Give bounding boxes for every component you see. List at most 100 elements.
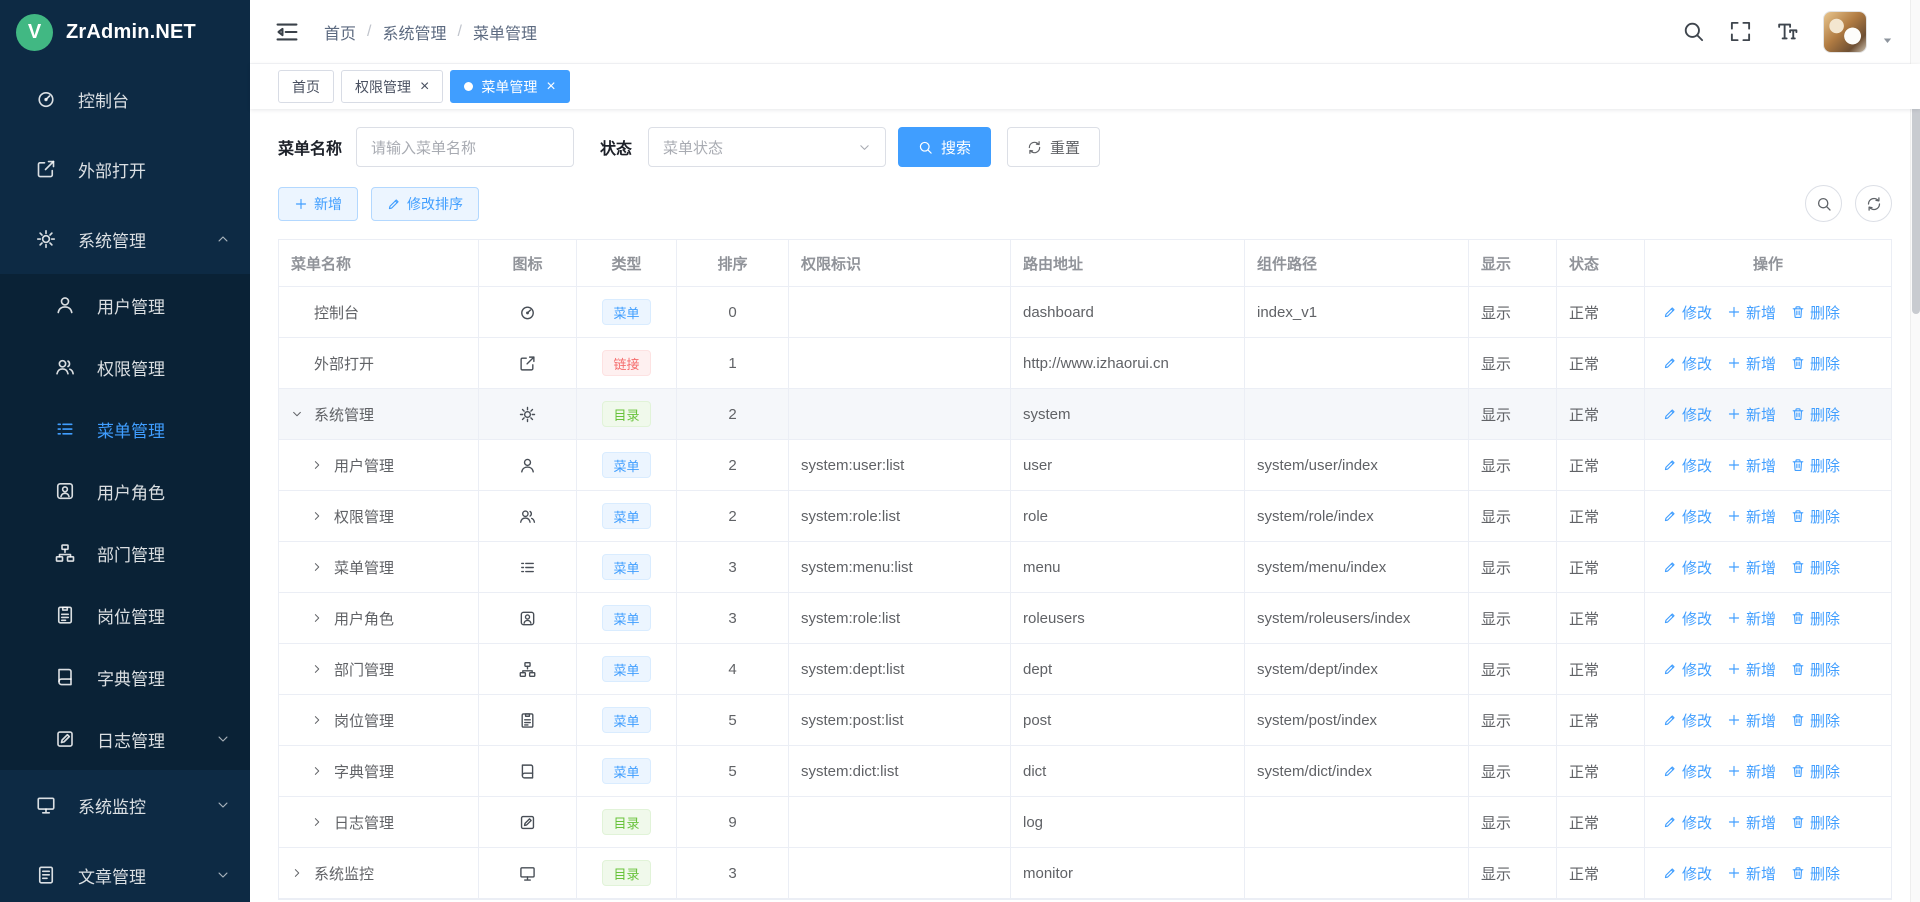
edit-link[interactable]: 修改: [1663, 557, 1712, 578]
add-link[interactable]: 新增: [1727, 863, 1776, 884]
breadcrumb-item[interactable]: 菜单管理: [473, 20, 537, 44]
toggle-search-button[interactable]: [1805, 185, 1842, 222]
sidebar-item-system[interactable]: 系统管理: [0, 204, 250, 274]
edit-link[interactable]: 修改: [1663, 302, 1712, 323]
app-title: ZrAdmin.NET: [66, 21, 196, 44]
chevron-down-icon[interactable]: [1881, 34, 1894, 47]
sidebar-item-article[interactable]: 文章管理: [0, 840, 250, 902]
edit-link[interactable]: 修改: [1663, 710, 1712, 731]
table-row[interactable]: 菜单管理菜单3system:menu:listmenusystem/menu/i…: [279, 542, 1891, 593]
table-row[interactable]: 用户角色菜单3system:role:listroleuserssystem/r…: [279, 593, 1891, 644]
table-row[interactable]: 控制台菜单0dashboardindex_v1显示正常修改新增删除: [279, 287, 1891, 338]
table-row[interactable]: 用户管理菜单2system:user:listusersystem/user/i…: [279, 440, 1891, 491]
add-link[interactable]: 新增: [1727, 506, 1776, 527]
sidebar-item-user[interactable]: 用户管理: [0, 274, 250, 336]
table-row[interactable]: 外部打开链接1http://www.izhaorui.cn显示正常修改新增删除: [279, 338, 1891, 389]
table-row[interactable]: 字典管理菜单5system:dict:listdictsystem/dict/i…: [279, 746, 1891, 797]
add-link[interactable]: 新增: [1727, 404, 1776, 425]
add-link[interactable]: 新增: [1727, 608, 1776, 629]
edit-link[interactable]: 修改: [1663, 455, 1712, 476]
add-link[interactable]: 新增: [1727, 761, 1776, 782]
avatar[interactable]: [1823, 11, 1867, 53]
collapse-menu-icon[interactable]: [274, 19, 300, 45]
add-link[interactable]: 新增: [1727, 710, 1776, 731]
expand-toggle[interactable]: [311, 561, 334, 573]
add-link[interactable]: 新增: [1727, 353, 1776, 374]
sidebar-item-dashboard[interactable]: 控制台: [0, 64, 250, 134]
expand-toggle[interactable]: [311, 714, 334, 726]
add-button[interactable]: 新增: [278, 187, 358, 221]
edit-link[interactable]: 修改: [1663, 863, 1712, 884]
route-cell: system: [1011, 389, 1245, 440]
sidebar-item-roleusers[interactable]: 用户角色: [0, 460, 250, 522]
search-icon[interactable]: [1682, 20, 1705, 43]
sidebar-item-role[interactable]: 权限管理: [0, 336, 250, 398]
sidebar-item-menu[interactable]: 菜单管理: [0, 398, 250, 460]
edit-link[interactable]: 修改: [1663, 812, 1712, 833]
sidebar-item-external[interactable]: 外部打开: [0, 134, 250, 204]
reset-button[interactable]: 重置: [1007, 127, 1100, 167]
sidebar-item-log[interactable]: 日志管理: [0, 708, 250, 770]
fullscreen-icon[interactable]: [1729, 20, 1752, 43]
edit-link[interactable]: 修改: [1663, 659, 1712, 680]
add-link[interactable]: 新增: [1727, 455, 1776, 476]
edit-link[interactable]: 修改: [1663, 353, 1712, 374]
page-scrollbar[interactable]: [1910, 0, 1920, 902]
table-row[interactable]: 部门管理菜单4system:dept:listdeptsystem/dept/i…: [279, 644, 1891, 695]
font-size-icon[interactable]: [1776, 20, 1799, 43]
delete-link[interactable]: 删除: [1791, 353, 1840, 374]
expand-toggle[interactable]: [291, 408, 314, 420]
delete-link[interactable]: 删除: [1791, 710, 1840, 731]
add-link[interactable]: 新增: [1727, 659, 1776, 680]
delete-link[interactable]: 删除: [1791, 557, 1840, 578]
breadcrumb-item[interactable]: 首页: [324, 20, 356, 44]
menu-name-input[interactable]: 请输入菜单名称: [356, 127, 574, 167]
expand-toggle[interactable]: [311, 510, 334, 522]
gear-icon: [36, 229, 56, 249]
sidebar-item-dict[interactable]: 字典管理: [0, 646, 250, 708]
sidebar-item-post[interactable]: 岗位管理: [0, 584, 250, 646]
close-icon[interactable]: ×: [420, 79, 429, 95]
delete-link[interactable]: 删除: [1791, 812, 1840, 833]
add-link[interactable]: 新增: [1727, 812, 1776, 833]
expand-toggle[interactable]: [291, 867, 314, 879]
table-row[interactable]: 日志管理目录9log显示正常修改新增删除: [279, 797, 1891, 848]
edit-link[interactable]: 修改: [1663, 761, 1712, 782]
close-icon[interactable]: ×: [546, 79, 555, 95]
edit-link[interactable]: 修改: [1663, 506, 1712, 527]
sidebar-item-dept[interactable]: 部门管理: [0, 522, 250, 584]
expand-toggle[interactable]: [311, 663, 334, 675]
tab-home[interactable]: 首页: [278, 70, 334, 103]
table-row[interactable]: 权限管理菜单2system:role:listrolesystem/role/i…: [279, 491, 1891, 542]
tab-menu[interactable]: 菜单管理×: [450, 70, 569, 103]
plus-icon: [1727, 662, 1741, 676]
expand-toggle[interactable]: [311, 459, 334, 471]
delete-link[interactable]: 删除: [1791, 659, 1840, 680]
delete-link[interactable]: 删除: [1791, 404, 1840, 425]
status-select[interactable]: 菜单状态: [648, 127, 886, 167]
table-row[interactable]: 系统监控目录3monitor显示正常修改新增删除: [279, 848, 1891, 899]
delete-link[interactable]: 删除: [1791, 863, 1840, 884]
add-link[interactable]: 新增: [1727, 302, 1776, 323]
edit-sort-button[interactable]: 修改排序: [371, 187, 479, 221]
delete-link[interactable]: 删除: [1791, 761, 1840, 782]
refresh-table-button[interactable]: [1855, 185, 1892, 222]
delete-link[interactable]: 删除: [1791, 455, 1840, 476]
sidebar-item-monitor[interactable]: 系统监控: [0, 770, 250, 840]
table-row[interactable]: 岗位管理菜单5system:post:listpostsystem/post/i…: [279, 695, 1891, 746]
expand-toggle[interactable]: [311, 765, 334, 777]
breadcrumb-item[interactable]: 系统管理: [382, 20, 446, 44]
tab-role[interactable]: 权限管理×: [341, 70, 443, 103]
table-row[interactable]: 系统管理目录2system显示正常修改新增删除: [279, 389, 1891, 440]
search-button[interactable]: 搜索: [898, 127, 991, 167]
edit-link[interactable]: 修改: [1663, 608, 1712, 629]
add-link[interactable]: 新增: [1727, 557, 1776, 578]
delete-link[interactable]: 删除: [1791, 302, 1840, 323]
expand-toggle[interactable]: [311, 612, 334, 624]
expand-toggle[interactable]: [311, 816, 334, 828]
delete-link[interactable]: 删除: [1791, 506, 1840, 527]
edit-link[interactable]: 修改: [1663, 404, 1712, 425]
perm-cell: system:menu:list: [789, 542, 1011, 593]
delete-link[interactable]: 删除: [1791, 608, 1840, 629]
app-logo[interactable]: V ZrAdmin.NET: [0, 0, 250, 64]
